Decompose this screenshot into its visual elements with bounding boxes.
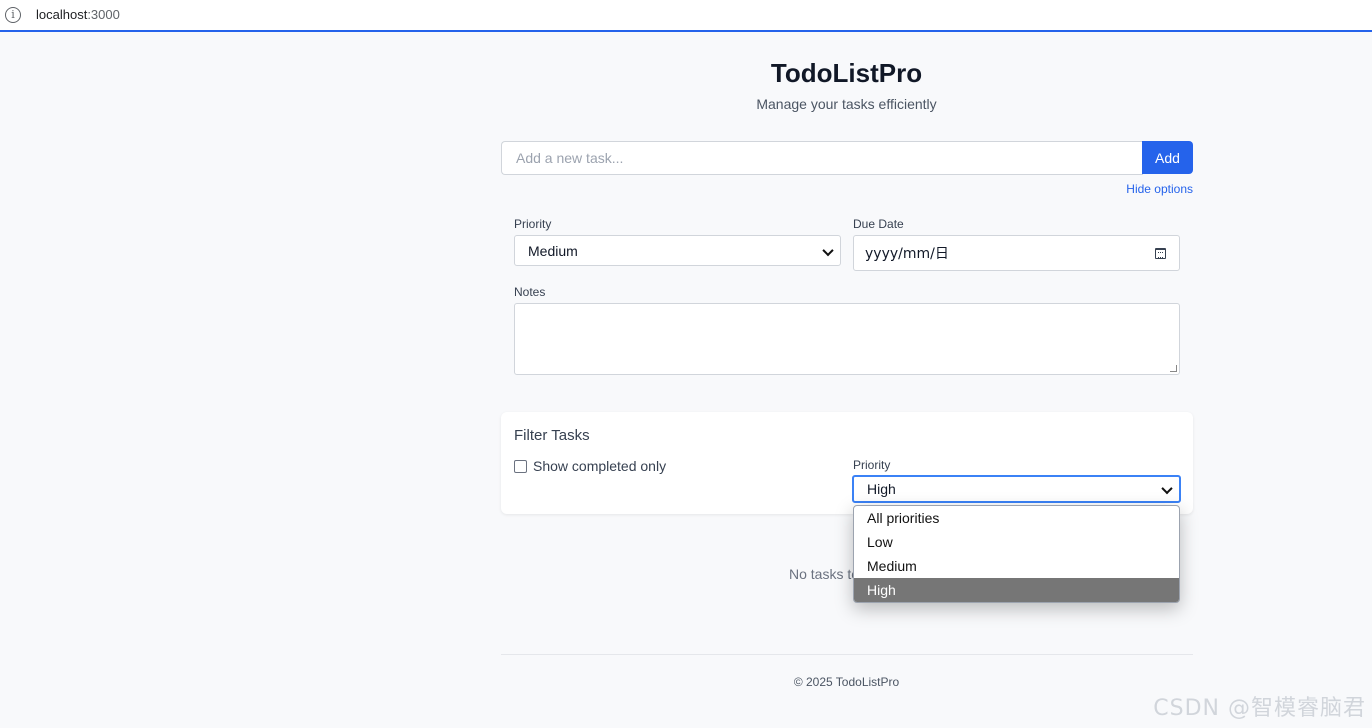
priority-label: Priority	[514, 217, 552, 231]
chevron-down-icon	[1163, 485, 1171, 493]
url-text[interactable]: localhost:3000	[36, 7, 120, 22]
filter-priority-select[interactable]: High	[852, 475, 1181, 503]
page-title: TodoListPro	[770, 58, 923, 88]
address-bar[interactable]: i localhost:3000	[0, 0, 1372, 32]
due-date-label: Due Date	[853, 217, 904, 231]
filter-title: Filter Tasks	[514, 427, 590, 444]
url-host: localhost	[36, 7, 88, 22]
calendar-icon[interactable]	[1155, 248, 1166, 259]
dropdown-option[interactable]: Medium	[854, 554, 1179, 578]
url-port: :3000	[87, 7, 120, 22]
show-completed-label[interactable]: Show completed only	[533, 458, 666, 474]
filter-priority-label: Priority	[853, 458, 891, 472]
priority-select[interactable]: Medium	[514, 235, 841, 266]
footer-text: © 2025 TodoListPro	[793, 675, 900, 689]
dropdown-option-highlighted[interactable]: High	[854, 578, 1179, 602]
filter-priority-value: High	[867, 481, 896, 497]
show-completed-checkbox[interactable]	[514, 460, 527, 473]
priority-select-value: Medium	[528, 242, 578, 259]
priority-dropdown-list[interactable]: All priorities Low Medium High	[853, 505, 1180, 603]
resize-handle-icon[interactable]	[1170, 365, 1177, 372]
watermark: CSDN @智模睿脑君	[1153, 696, 1366, 721]
page-subtitle: Manage your tasks efficiently	[756, 96, 937, 112]
info-icon[interactable]: i	[5, 7, 21, 23]
due-date-value: yyyy/mm/日	[865, 246, 949, 262]
new-task-input[interactable]	[501, 141, 1143, 175]
chevron-down-icon	[824, 246, 832, 254]
footer-divider	[501, 654, 1193, 655]
dropdown-option[interactable]: All priorities	[854, 506, 1179, 530]
dropdown-option[interactable]: Low	[854, 530, 1179, 554]
hide-options-link[interactable]: Hide options	[1126, 182, 1193, 196]
empty-state-text: No tasks to	[789, 566, 860, 582]
add-task-button[interactable]: Add	[1142, 141, 1193, 174]
due-date-input[interactable]: yyyy/mm/日	[853, 235, 1180, 271]
notes-label: Notes	[514, 285, 546, 299]
notes-textarea[interactable]	[514, 303, 1180, 375]
